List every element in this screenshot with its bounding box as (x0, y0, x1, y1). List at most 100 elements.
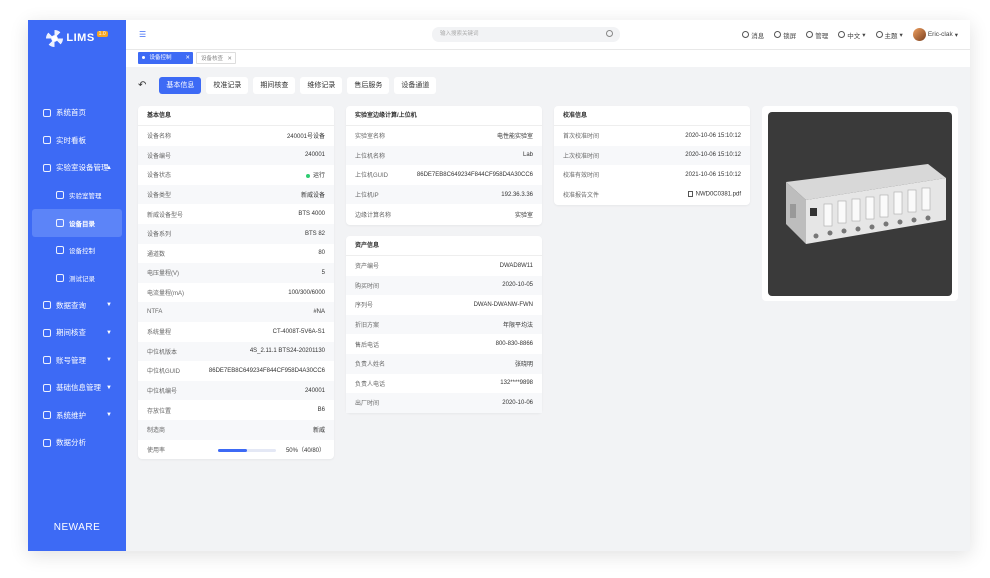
language-dropdown[interactable]: 中文 ▾ (838, 30, 866, 40)
tab-channels[interactable]: 设备通道 (394, 76, 437, 94)
row-key: 设备类型 (147, 193, 172, 200)
row-value: 2020-10-06 15:10:12 (685, 152, 741, 159)
row-value: 4S_2.11.1 BTS24-20201130 (249, 348, 325, 355)
row-key: 首次校准时间 (563, 134, 600, 141)
row-key: 中位机编号 (147, 389, 178, 396)
search-input[interactable]: 输入搜索关键词 (432, 27, 620, 42)
info-row: 校准有效时间 2021-10-06 15:10:12 (554, 165, 750, 185)
row-key: 校准有效时间 (563, 173, 600, 180)
calibration-card: 校准信息 首次校准时间 2020-10-06 15:10:12 上次校准时间 2020… (554, 106, 750, 205)
info-row: 负责人电话 132****9898 (346, 374, 542, 394)
row-key: 购买时间 (355, 283, 380, 290)
tag-device-check[interactable]: 设备核查 ✕ (196, 52, 236, 64)
logo-text: LIMS (66, 32, 95, 44)
detail-tabs: ↶ 基本信息 校准记录 期间核查 维修记录 售后服务 设备通道 (138, 76, 437, 94)
theme-dropdown[interactable]: 主题 ▾ (875, 30, 903, 40)
sidebar-item-lab-management[interactable]: 实验室管理 (28, 182, 126, 210)
sidebar-item-device-control[interactable]: 设备控制 (28, 237, 126, 265)
tag-label: 设备控制 (149, 55, 172, 61)
sidebar-item-dashboard[interactable]: 实时看板 (28, 127, 126, 155)
tab-basic-info[interactable]: 基本信息 (159, 76, 202, 94)
row-key: 折旧方案 (355, 323, 380, 330)
chevron-down-icon: ▾ (954, 31, 958, 39)
messages-label: 消息 (751, 32, 765, 40)
check-icon (43, 328, 51, 337)
menu-toggle-icon[interactable]: ☰ (139, 30, 146, 39)
row-value: 132****9898 (500, 380, 533, 387)
lock-button[interactable]: 锁屏 (774, 30, 796, 40)
back-icon[interactable]: ↶ (138, 80, 146, 91)
user-name: Eric-clak (927, 31, 953, 38)
row-key: 中位机版本 (147, 349, 178, 356)
card-title: 资产信息 (346, 236, 542, 256)
usage-progress-fill (218, 448, 248, 452)
sidebar-item-periodic-check[interactable]: 期间核查 ▼ (28, 319, 126, 347)
chevron-up-icon: ▲ (106, 164, 112, 171)
sidebar-item-basic-info[interactable]: 基础信息管理 ▼ (28, 374, 126, 402)
row-key: NTFA (147, 309, 163, 316)
close-icon[interactable]: ✕ (185, 52, 190, 64)
info-row: 资产编号 DWAD8W11 (346, 256, 542, 276)
control-icon (56, 246, 64, 255)
chevron-down-icon: ▼ (106, 357, 112, 364)
chevron-down-icon: ▼ (106, 384, 112, 391)
card-title: 基本信息 (138, 106, 334, 126)
lab-info-list: 实验室名称 电性能实验室 上位机名称 Lab 上位机GUID 86DE7EB8C64923… (346, 126, 542, 224)
analysis-icon (43, 438, 51, 447)
sidebar-item-label: 系统首页 (56, 108, 86, 118)
row-key: 新威设备型号 (147, 212, 184, 219)
info-icon (43, 383, 51, 392)
tab-periodic-check[interactable]: 期间核查 (253, 76, 296, 94)
sidebar-item-home[interactable]: 系统首页 (28, 99, 126, 127)
messages-button[interactable]: 消息 (742, 30, 764, 40)
row-key: 实验室名称 (355, 134, 386, 141)
theme-label: 主题 (884, 32, 898, 40)
sidebar-item-label: 数据查询 (56, 300, 86, 310)
sidebar-item-label: 数据分析 (56, 438, 86, 448)
info-row: 上次校准时间 2020-10-06 15:10:12 (554, 145, 750, 166)
row-value: 50%（40/80） (218, 445, 325, 454)
basic-info-card: 基本信息 设备名称 240001号设备 设备编号 240001 设备状态 运行 设备类型 新威… (138, 106, 334, 459)
tab-after-sales[interactable]: 售后服务 (347, 76, 390, 94)
close-icon[interactable]: ✕ (227, 53, 232, 65)
tab-repair[interactable]: 维修记录 (300, 76, 343, 94)
admin-label: 管理 (815, 32, 829, 40)
row-key: 通道数 (147, 251, 166, 258)
logo[interactable]: LIMS 1.0 (28, 22, 126, 54)
tag-device-control[interactable]: 设备控制 ✕ (138, 52, 193, 64)
row-value: 86DE7EB8C649234F844CF958D4A30CC6 (208, 367, 325, 374)
info-row: 上位机GUID 86DE7EB8C649234F844CF958D4A30CC6 (346, 165, 542, 185)
battery-tester-image (786, 164, 946, 244)
info-row: 制造商 新威 (138, 419, 334, 440)
row-key: 设备状态 (147, 173, 172, 180)
message-icon (742, 31, 750, 38)
sidebar-item-label: 期间核查 (56, 328, 86, 338)
row-key: 出厂时间 (355, 401, 380, 408)
chevron-down-icon: ▼ (106, 302, 112, 309)
row-key: 使用率 (147, 447, 166, 454)
calibration-file-link[interactable]: NWD0C0381.pdf (687, 191, 741, 198)
row-value: 实验室 (514, 212, 533, 219)
info-row: 设备状态 运行 (138, 165, 334, 185)
card-title: 实验室边缘计算/上位机 (346, 106, 542, 126)
search-icon[interactable] (606, 30, 613, 37)
info-row: 首次校准时间 2020-10-06 15:10:12 (554, 126, 750, 146)
row-key: 上次校准时间 (563, 153, 600, 160)
sidebar-item-data-analysis[interactable]: 数据分析 (28, 429, 126, 457)
tab-calibration[interactable]: 校准记录 (206, 76, 249, 94)
sidebar-item-account[interactable]: 账号管理 ▼ (28, 347, 126, 375)
user-menu[interactable]: Eric-clak ▾ (912, 28, 958, 41)
sidebar-item-data-query[interactable]: 数据查询 ▼ (28, 292, 126, 320)
info-row: 通道数 80 (138, 244, 334, 264)
sidebar-item-test-records[interactable]: 测试记录 (28, 264, 126, 292)
admin-button[interactable]: 管理 (806, 30, 828, 40)
row-value: 240001 (304, 152, 325, 159)
info-row: 电压量程(V) 5 (138, 263, 334, 283)
status-dot-icon (305, 173, 310, 178)
lab-icon (56, 191, 64, 200)
sidebar-item-lab-equipment[interactable]: 实验室设备管理 ▲ (28, 154, 126, 182)
tag-label: 设备核查 (201, 56, 224, 62)
row-value: 5 (321, 269, 325, 276)
sidebar-item-maintenance[interactable]: 系统维护 ▼ (28, 402, 126, 430)
sidebar-item-device-catalog[interactable]: 设备目录 (32, 209, 122, 237)
